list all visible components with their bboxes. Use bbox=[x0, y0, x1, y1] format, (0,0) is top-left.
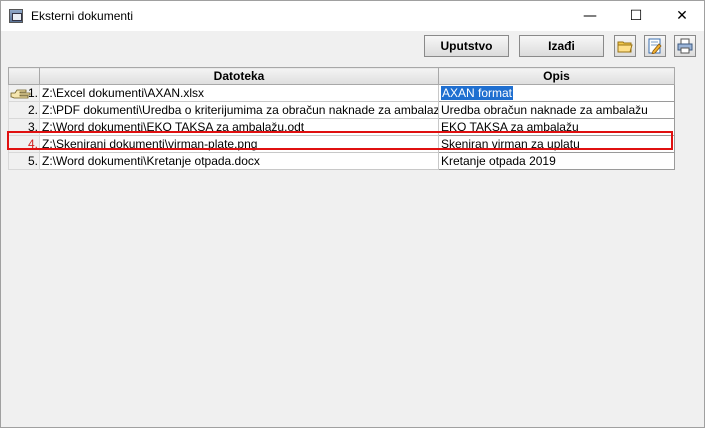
documents-table: Datoteka Opis 1. Z:\Excel dokumenti\AXAN… bbox=[8, 67, 675, 170]
help-button[interactable]: Uputstvo bbox=[424, 35, 509, 57]
description-cell[interactable]: AXAN format bbox=[438, 84, 675, 102]
description-text: AXAN format bbox=[441, 86, 514, 100]
row-number[interactable]: 3. bbox=[8, 118, 40, 136]
app-icon bbox=[9, 9, 23, 23]
pointing-hand-icon bbox=[10, 89, 31, 99]
exit-button[interactable]: Izađi bbox=[519, 35, 604, 57]
corner-header bbox=[8, 67, 40, 85]
open-folder-button[interactable] bbox=[614, 35, 636, 57]
table-row-selected[interactable]: 4. Z:\Skenirani dokumenti\virman-plate.p… bbox=[8, 135, 675, 153]
row-number[interactable]: 5. bbox=[8, 152, 40, 170]
maximize-button[interactable]: ☐ bbox=[613, 1, 659, 31]
file-cell[interactable]: Z:\Word dokumenti\EKO TAKSA za ambalažu.… bbox=[39, 118, 439, 136]
table-row[interactable]: 1. Z:\Excel dokumenti\AXAN.xlsx AXAN for… bbox=[8, 84, 675, 102]
description-cell[interactable]: Skeniran virman za uplatu bbox=[438, 135, 675, 153]
row-number[interactable]: 1. bbox=[8, 84, 40, 102]
close-button[interactable]: ✕ bbox=[659, 1, 705, 31]
file-cell[interactable]: Z:\Excel dokumenti\AXAN.xlsx bbox=[39, 84, 439, 102]
window: Eksterni dokumenti — ☐ ✕ Uputstvo Izađi bbox=[0, 0, 705, 428]
description-cell[interactable]: Kretanje otpada 2019 bbox=[438, 152, 675, 170]
print-button[interactable] bbox=[674, 35, 696, 57]
file-cell[interactable]: Z:\Word dokumenti\Kretanje otpada.docx bbox=[39, 152, 439, 170]
title-bar[interactable]: Eksterni dokumenti — ☐ ✕ bbox=[1, 1, 704, 31]
column-header-file[interactable]: Datoteka bbox=[39, 67, 439, 85]
folder-open-icon bbox=[617, 41, 633, 53]
minimize-button[interactable]: — bbox=[567, 1, 613, 31]
column-header-description[interactable]: Opis bbox=[438, 67, 675, 85]
edit-document-button[interactable] bbox=[644, 35, 666, 57]
edit-document-icon bbox=[648, 38, 662, 54]
row-number[interactable]: 2. bbox=[8, 101, 40, 119]
table-row[interactable]: 5. Z:\Word dokumenti\Kretanje otpada.doc… bbox=[8, 152, 675, 170]
table-row[interactable]: 3. Z:\Word dokumenti\EKO TAKSA za ambala… bbox=[8, 118, 675, 136]
toolbar: Uputstvo Izađi bbox=[1, 31, 704, 63]
description-cell[interactable]: Uredba obračun naknade za ambalažu bbox=[438, 101, 675, 119]
table-row[interactable]: 2. Z:\PDF dokumenti\Uredba o kriterijumi… bbox=[8, 101, 675, 119]
file-cell[interactable]: Z:\Skenirani dokumenti\virman-plate.png bbox=[39, 135, 439, 153]
description-cell[interactable]: EKO TAKSA za ambalažu bbox=[438, 118, 675, 136]
row-number[interactable]: 4. bbox=[8, 135, 40, 153]
table-header-row: Datoteka Opis bbox=[8, 67, 675, 85]
window-title: Eksterni dokumenti bbox=[31, 9, 134, 23]
print-icon bbox=[677, 38, 693, 54]
file-cell[interactable]: Z:\PDF dokumenti\Uredba o kriterijumima … bbox=[39, 101, 439, 119]
